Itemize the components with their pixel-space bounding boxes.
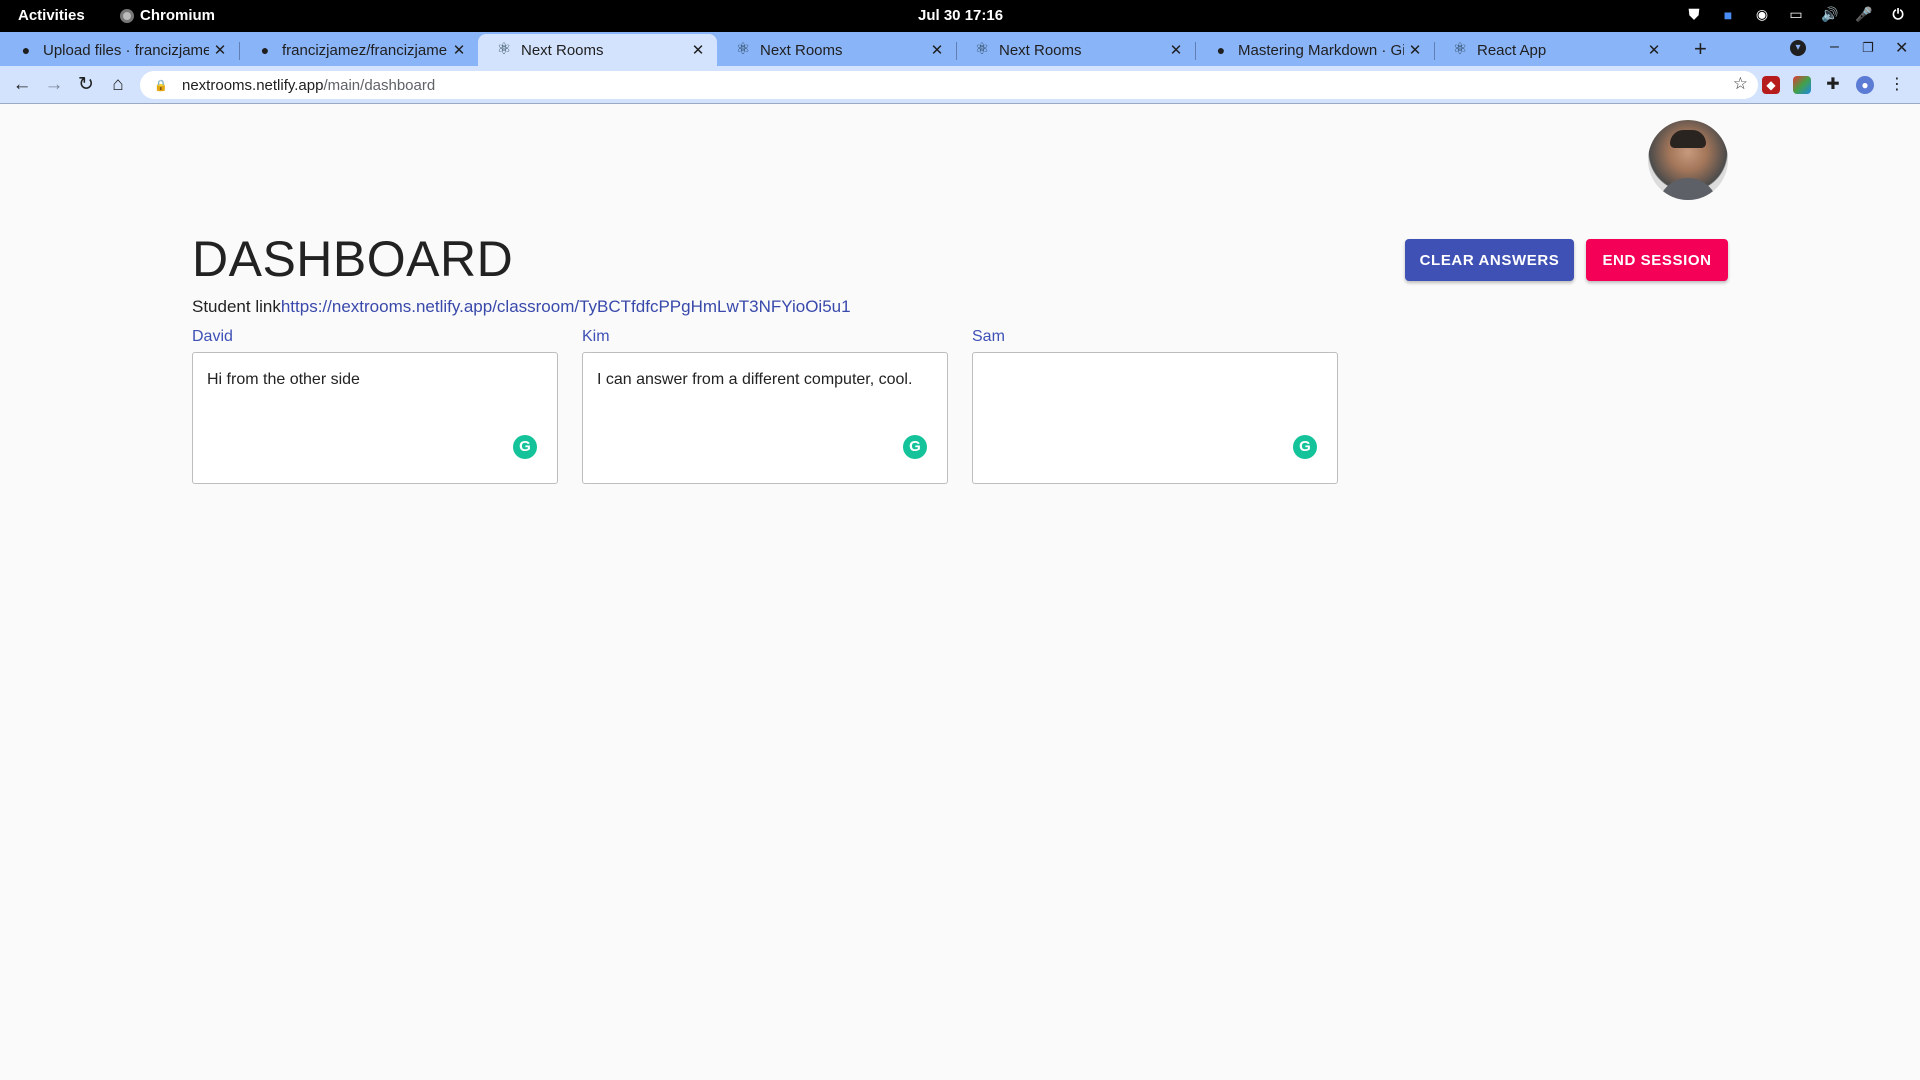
tab-mastering-markdown[interactable]: ● Mastering Markdown · Gi ✕ <box>1195 34 1435 66</box>
react-icon: ⚛ <box>1452 41 1468 58</box>
home-icon[interactable]: ⌂ <box>105 72 131 98</box>
lock-icon[interactable]: 🔒 <box>154 79 168 92</box>
window-close-icon[interactable]: ✕ <box>1895 38 1908 58</box>
restore-icon[interactable]: ❐ <box>1862 40 1874 56</box>
student-card-sam: Sam G <box>972 328 1338 484</box>
video-call-icon[interactable]: ■ <box>1718 7 1738 23</box>
tab-francizjamez-repo[interactable]: ● francizjamez/francizjame ✕ <box>239 34 478 66</box>
tab-title: Next Rooms <box>521 41 604 59</box>
student-link-row: Student linkhttps://nextrooms.netlify.ap… <box>192 297 851 317</box>
extension-colorful-icon[interactable] <box>1793 76 1811 94</box>
app-name: Chromium <box>140 7 215 24</box>
discord-icon[interactable]: ◉ <box>1752 6 1772 23</box>
url-host: nextrooms.netlify.app <box>182 76 324 94</box>
grammarly-icon[interactable]: G <box>513 435 537 459</box>
tab-title: Next Rooms <box>999 41 1082 59</box>
shield-icon[interactable]: ⛊ <box>1684 6 1704 23</box>
tab-next-rooms-2[interactable]: ⚛ Next Rooms ✕ <box>717 34 957 66</box>
github-icon: ● <box>1216 42 1226 58</box>
extensions-puzzle-icon[interactable]: ✚ <box>1824 76 1842 94</box>
reload-icon[interactable]: ↻ <box>73 72 99 98</box>
student-link-label: Student link <box>192 297 281 316</box>
clock[interactable]: Jul 30 17:16 <box>918 7 1003 24</box>
tab-title: francizjamez/francizjame <box>282 41 448 59</box>
student-link[interactable]: https://nextrooms.netlify.app/classroom/… <box>281 297 851 316</box>
github-icon: ● <box>260 42 270 58</box>
avatar-hair <box>1670 130 1706 148</box>
student-card-kim: Kim I can answer from a different comput… <box>582 328 948 484</box>
student-name: David <box>192 328 233 345</box>
chromium-icon <box>120 8 134 23</box>
close-icon[interactable]: ✕ <box>1643 41 1665 59</box>
student-name: Kim <box>582 328 610 345</box>
new-tab-button[interactable]: + <box>1694 36 1707 62</box>
bookmark-star-icon[interactable]: ☆ <box>1733 74 1748 94</box>
volume-icon[interactable]: 🔊 <box>1820 6 1840 23</box>
user-avatar[interactable] <box>1648 120 1728 200</box>
close-icon[interactable]: ✕ <box>1165 41 1187 59</box>
power-icon[interactable]: ⏻ <box>1888 6 1908 23</box>
avatar-shirt <box>1658 178 1718 200</box>
tab-next-rooms-3[interactable]: ⚛ Next Rooms ✕ <box>956 34 1196 66</box>
activities-button[interactable]: Activities <box>18 7 85 24</box>
system-top-bar: Activities Chromium Jul 30 17:16 ⛊ ■ ◉ ▭… <box>0 0 1920 32</box>
student-name: Sam <box>972 328 1005 345</box>
tab-upload-files[interactable]: ● Upload files · francizjame ✕ <box>0 34 240 66</box>
close-icon[interactable]: ✕ <box>448 41 470 59</box>
close-icon[interactable]: ✕ <box>209 41 231 59</box>
profile-icon[interactable]: ● <box>1856 76 1874 94</box>
browser-toolbar: ← → ↻ ⌂ 🔒 nextrooms.netlify.app /main/da… <box>0 66 1920 104</box>
screen-icon[interactable]: ▭ <box>1786 6 1806 23</box>
tab-react-app[interactable]: ⚛ React App ✕ <box>1434 34 1673 66</box>
back-arrow-icon[interactable]: ← <box>9 72 35 98</box>
tab-strip: ● Upload files · francizjame ✕ ● franciz… <box>0 32 1920 66</box>
address-bar[interactable]: 🔒 nextrooms.netlify.app /main/dashboard … <box>140 71 1758 99</box>
url-path: /main/dashboard <box>323 76 436 94</box>
tab-title: Upload files · francizjame <box>43 41 209 59</box>
ublock-icon[interactable]: ◆ <box>1762 76 1780 94</box>
clear-answers-button[interactable]: CLEAR ANSWERS <box>1405 239 1574 281</box>
answer-box[interactable]: G <box>972 352 1338 484</box>
close-icon[interactable]: ✕ <box>926 41 948 59</box>
tab-title: Next Rooms <box>760 41 843 59</box>
forward-arrow-icon[interactable]: → <box>41 72 67 98</box>
react-icon: ⚛ <box>974 41 990 58</box>
close-icon[interactable]: ✕ <box>687 41 709 59</box>
grammarly-icon[interactable]: G <box>903 435 927 459</box>
tab-search-icon[interactable]: ▾ <box>1790 40 1806 56</box>
answer-box[interactable]: Hi from the other side G <box>192 352 558 484</box>
app-menu[interactable]: Chromium <box>120 7 215 24</box>
grammarly-icon[interactable]: G <box>1293 435 1317 459</box>
tab-title: Mastering Markdown · Gi <box>1238 41 1404 59</box>
answer-text: Hi from the other side <box>207 371 360 388</box>
end-session-button[interactable]: END SESSION <box>1586 239 1728 281</box>
kebab-menu-icon[interactable]: ⋮ <box>1888 76 1906 94</box>
tab-next-rooms-active[interactable]: ⚛ Next Rooms ✕ <box>478 34 717 66</box>
github-icon: ● <box>21 42 31 58</box>
student-card-david: David Hi from the other side G <box>192 328 558 484</box>
answer-box[interactable]: I can answer from a different computer, … <box>582 352 948 484</box>
system-tray[interactable]: ⛊ ■ ◉ ▭ 🔊 🎤 ⏻ <box>1684 6 1908 23</box>
minimize-icon[interactable]: – <box>1830 38 1839 56</box>
microphone-icon[interactable]: 🎤 <box>1854 6 1874 23</box>
tab-title: React App <box>1477 41 1547 59</box>
page-title: DASHBOARD <box>192 231 514 287</box>
react-icon: ⚛ <box>496 41 512 58</box>
answer-text: I can answer from a different computer, … <box>597 371 913 388</box>
react-icon: ⚛ <box>735 41 751 58</box>
close-icon[interactable]: ✕ <box>1404 41 1426 59</box>
